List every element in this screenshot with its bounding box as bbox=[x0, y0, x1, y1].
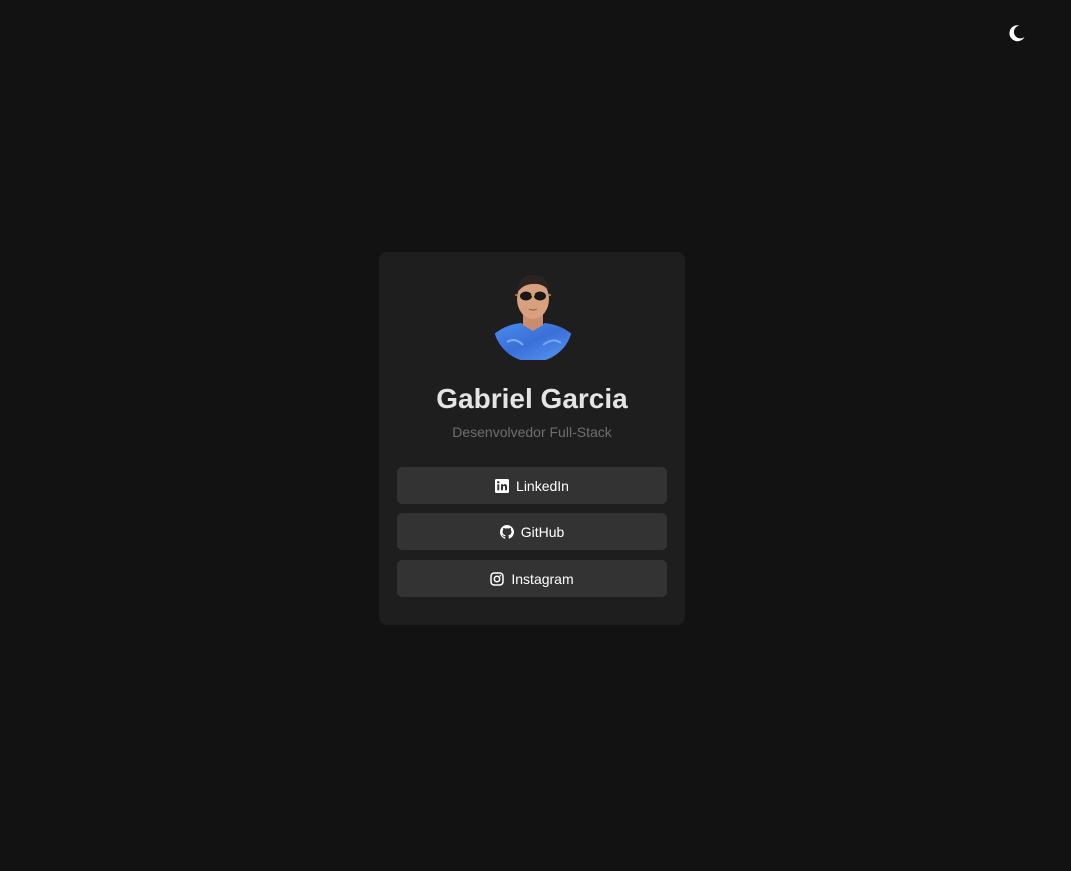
instagram-button[interactable]: Instagram bbox=[397, 560, 667, 597]
profile-card: Gabriel Garcia Desenvolvedor Full-Stack … bbox=[379, 252, 685, 625]
profile-role: Desenvolvedor Full-Stack bbox=[452, 424, 612, 440]
avatar bbox=[493, 267, 573, 360]
instagram-label: Instagram bbox=[511, 570, 574, 587]
linkedin-icon bbox=[495, 478, 510, 493]
github-icon bbox=[499, 524, 514, 539]
github-label: GitHub bbox=[520, 523, 565, 540]
profile-name: Gabriel Garcia bbox=[436, 383, 628, 414]
theme-toggle-button[interactable] bbox=[1004, 20, 1030, 46]
github-button[interactable]: GitHub bbox=[397, 513, 667, 550]
moon-icon bbox=[1009, 25, 1025, 42]
instagram-icon bbox=[490, 571, 505, 586]
linkedin-label: LinkedIn bbox=[516, 477, 569, 494]
linkedin-button[interactable]: LinkedIn bbox=[397, 467, 667, 504]
